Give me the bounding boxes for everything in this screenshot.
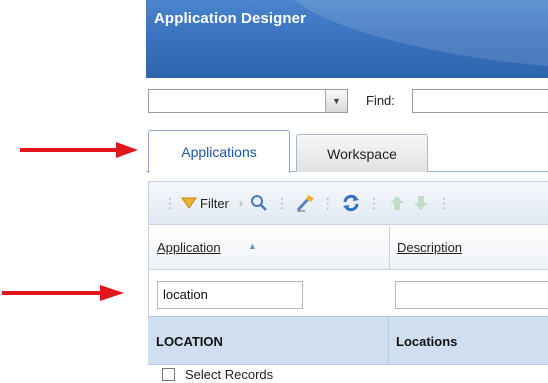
table-filter-row: location — [148, 270, 548, 316]
find-bar: ▼ Find: — [146, 78, 548, 124]
tab-label: Applications — [181, 144, 257, 160]
title-bar-decoration — [281, 0, 548, 78]
toolbar-grip: ⋮ — [163, 194, 177, 211]
magnifier-icon[interactable] — [248, 192, 270, 214]
list-toolbar: ⋮ Filter › ⋮ ⋮ ⋮ ⋮ — [148, 181, 548, 225]
description-filter-input[interactable] — [395, 281, 548, 309]
application-designer-window: Application Designer ▼ Find: Application… — [146, 0, 548, 383]
find-label: Find: — [366, 93, 395, 108]
select-records-label: Select Records — [185, 366, 274, 382]
table-header: Application ▲ Description — [148, 226, 548, 270]
arrow-up-icon[interactable] — [386, 192, 408, 214]
annotation-arrow-tabs — [20, 142, 138, 158]
eraser-icon[interactable] — [294, 192, 316, 214]
column-divider — [389, 226, 390, 269]
find-input[interactable] — [412, 89, 548, 113]
tab-applications[interactable]: Applications — [148, 130, 290, 173]
filter-icon — [181, 197, 197, 209]
column-header-application[interactable]: Application — [157, 240, 221, 255]
arrow-down-icon[interactable] — [410, 192, 432, 214]
toolbar-separator: ⋮ — [274, 194, 289, 211]
select-records-checkbox[interactable] — [162, 367, 175, 381]
table-row[interactable]: LOCATION Locations — [148, 316, 548, 365]
tab-workspace[interactable]: Workspace — [296, 134, 428, 172]
cell-application[interactable]: LOCATION — [156, 334, 223, 349]
filter-button[interactable]: Filter — [181, 196, 229, 211]
scope-combobox[interactable]: ▼ — [148, 89, 348, 113]
title-bar: Application Designer — [146, 0, 548, 78]
tab-strip: Applications Workspace — [146, 124, 548, 173]
cell-description[interactable]: Locations — [396, 334, 457, 349]
app-title: Application Designer — [154, 10, 307, 27]
tab-label: Workspace — [327, 145, 397, 162]
sort-ascending-icon[interactable]: ▲ — [248, 241, 257, 251]
toolbar-separator: ⋮ — [320, 194, 335, 211]
toolbar-separator: ⋮ — [436, 194, 451, 211]
chevron-right-icon[interactable]: › — [239, 196, 243, 210]
chevron-down-icon[interactable]: ▼ — [325, 90, 347, 112]
toolbar-separator: ⋮ — [366, 194, 381, 211]
application-filter-input[interactable]: location — [157, 281, 303, 309]
annotation-arrow-filter — [2, 285, 124, 301]
column-header-description[interactable]: Description — [397, 240, 462, 255]
select-records-option[interactable]: Select Records — [148, 365, 548, 383]
filter-label: Filter — [200, 195, 229, 211]
column-divider — [388, 317, 389, 364]
refresh-icon[interactable] — [340, 192, 362, 214]
